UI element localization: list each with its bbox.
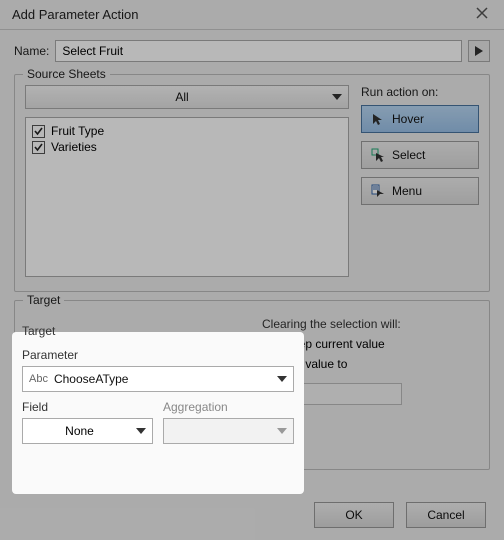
chevron-down-icon bbox=[277, 374, 287, 384]
aggregation-select bbox=[163, 418, 294, 444]
chevron-down-icon bbox=[136, 426, 146, 436]
chevron-down-icon bbox=[277, 426, 287, 436]
title-bar: Add Parameter Action bbox=[0, 0, 504, 30]
run-on-menu-button[interactable]: Menu bbox=[361, 177, 479, 205]
window-title: Add Parameter Action bbox=[12, 7, 138, 22]
field-value: None bbox=[29, 424, 130, 438]
name-label: Name: bbox=[14, 44, 49, 58]
field-label: Field bbox=[22, 400, 153, 414]
cursor-hover-icon bbox=[370, 111, 386, 127]
checkbox-icon[interactable] bbox=[32, 125, 45, 138]
cancel-button[interactable]: Cancel bbox=[406, 502, 486, 528]
clearing-label: Clearing the selection will: bbox=[262, 317, 479, 331]
run-on-hover-button[interactable]: Hover bbox=[361, 105, 479, 133]
sheet-label: Fruit Type bbox=[51, 124, 104, 138]
run-on-hover-label: Hover bbox=[392, 112, 424, 126]
aggregation-label: Aggregation bbox=[163, 400, 294, 414]
run-on-menu-label: Menu bbox=[392, 184, 422, 198]
target-group: Target Parameter Abc ChooseAType Field N… bbox=[12, 332, 304, 494]
name-input[interactable] bbox=[55, 40, 462, 62]
parameter-value: ChooseAType bbox=[54, 372, 271, 386]
run-on-select-button[interactable]: Select bbox=[361, 141, 479, 169]
parameter-select[interactable]: Abc ChooseAType bbox=[22, 366, 294, 392]
cursor-menu-icon bbox=[370, 183, 386, 199]
run-on-select-label: Select bbox=[392, 148, 425, 162]
ok-label: OK bbox=[345, 508, 362, 522]
abc-icon: Abc bbox=[29, 373, 48, 385]
parameter-label: Parameter bbox=[22, 348, 294, 362]
ok-button[interactable]: OK bbox=[314, 502, 394, 528]
sheet-label: Varieties bbox=[51, 140, 97, 154]
source-sheets-group: Source Sheets All Fruit Type bbox=[14, 74, 490, 292]
sheet-checkbox-row[interactable]: Varieties bbox=[32, 140, 342, 154]
sheets-listbox[interactable]: Fruit Type Varieties bbox=[25, 117, 349, 277]
scope-select-value: All bbox=[32, 90, 332, 104]
action-insert-button[interactable] bbox=[468, 40, 490, 62]
source-sheets-legend: Source Sheets bbox=[23, 67, 110, 81]
scope-select[interactable]: All bbox=[25, 85, 349, 109]
sheet-checkbox-row[interactable]: Fruit Type bbox=[32, 124, 342, 138]
checkbox-icon[interactable] bbox=[32, 141, 45, 154]
target-legend: Target bbox=[22, 324, 55, 338]
run-action-on-label: Run action on: bbox=[361, 85, 479, 99]
name-row: Name: bbox=[14, 40, 490, 62]
field-select[interactable]: None bbox=[22, 418, 153, 444]
chevron-down-icon bbox=[332, 92, 342, 102]
target-legend-bg: Target bbox=[23, 293, 64, 307]
close-icon[interactable] bbox=[468, 2, 496, 27]
cursor-select-icon bbox=[370, 147, 386, 163]
cancel-label: Cancel bbox=[427, 508, 464, 522]
